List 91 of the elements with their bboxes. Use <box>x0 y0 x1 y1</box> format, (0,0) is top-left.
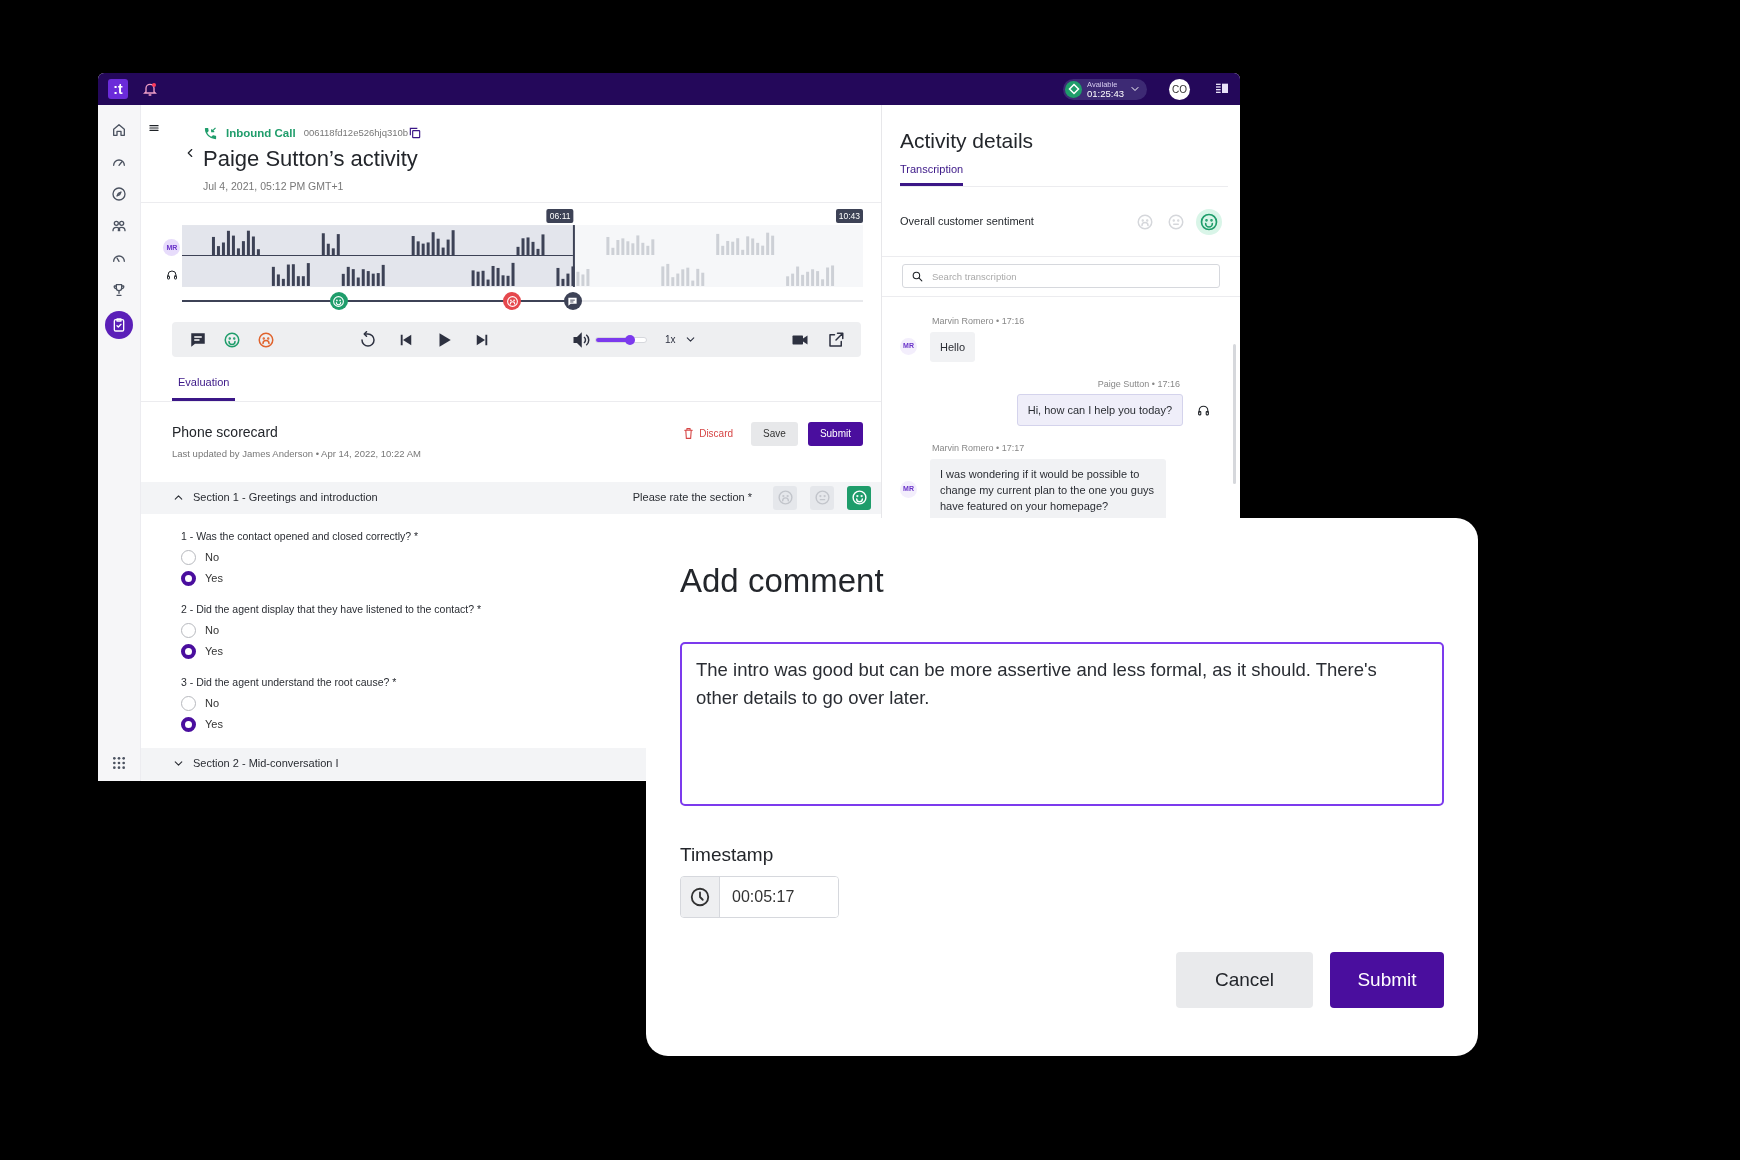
neutral-face-icon <box>813 489 831 506</box>
scorecard-meta: Last updated by James Anderson • Apr 14, 2022, 10:22 AM <box>172 446 421 461</box>
volume-icon[interactable] <box>572 330 590 349</box>
rating-option[interactable] <box>847 485 871 510</box>
submit-button[interactable]: Submit <box>807 421 863 446</box>
question-text: 3 - Did the agent understand the root cause? * <box>181 674 397 690</box>
speech-bubble-icon <box>567 295 579 307</box>
message-meta: Marvin Romero • 17:17 <box>932 442 1026 455</box>
question-text: 1 - Was the contact opened and closed correctly? * <box>181 528 419 544</box>
radio-button[interactable] <box>181 643 196 659</box>
incoming-call-icon <box>203 125 218 141</box>
status-timer: 01:25:43 <box>1087 89 1124 98</box>
smiley-face-icon[interactable] <box>223 330 241 349</box>
clipboard-icon <box>111 317 127 333</box>
section-title: Section 1 - Greetings and introduction <box>193 490 378 506</box>
user-avatar[interactable]: CO <box>1169 78 1190 100</box>
message-meta: Marvin Romero • 17:16 <box>932 315 1026 328</box>
apps-grid-icon[interactable] <box>111 755 127 771</box>
waveform-drawing[interactable] <box>181 225 863 287</box>
message-meta: Paige Sutton • 17:16 <box>1097 377 1180 391</box>
message-bubble: I was wondering if it would be possible to change my current plan to the one you guys have featured on your homepage? <box>930 458 1166 521</box>
discard-button[interactable]: Discard <box>670 421 746 446</box>
clock-icon <box>689 886 711 908</box>
radio-button[interactable] <box>181 570 196 586</box>
scorecard-title: Phone scorecard <box>172 422 279 442</box>
sad-face-icon[interactable] <box>257 330 275 349</box>
sad-face-icon <box>1136 212 1154 231</box>
external-link-icon[interactable] <box>827 330 845 349</box>
save-button[interactable]: Save <box>751 421 798 446</box>
call-type: Inbound Call <box>226 125 296 141</box>
tab[interactable]: Evaluation <box>172 373 236 401</box>
people-icon <box>111 218 127 234</box>
option-label: No <box>205 549 220 565</box>
search-input[interactable]: Search transcription <box>930 265 1219 287</box>
replay-icon[interactable] <box>359 330 377 349</box>
bell-icon[interactable] <box>142 81 158 97</box>
radio-button[interactable] <box>181 716 196 732</box>
comment-icon[interactable] <box>189 330 207 349</box>
dialog-title: Add comment <box>680 561 885 601</box>
option-label: Yes <box>205 716 223 732</box>
sidebar-item[interactable] <box>105 311 133 339</box>
timestamp-field[interactable]: 00:05:17 <box>680 876 839 918</box>
option-label: Yes <box>205 570 223 586</box>
radio-button[interactable] <box>181 622 196 638</box>
total-time: 10:43 <box>835 209 863 223</box>
search-icon <box>911 269 924 283</box>
smiley-face-icon <box>850 489 868 506</box>
playback-speed[interactable]: 1x <box>665 332 676 347</box>
headset-icon <box>1197 403 1210 417</box>
rating-label: Please rate the section * <box>632 490 752 506</box>
option-label: No <box>205 695 220 711</box>
sentiment-label: Overall customer sentiment <box>900 214 1034 230</box>
tab[interactable]: Transcription <box>900 160 964 186</box>
call-id: 006118fd12e526hjq310b <box>303 126 409 141</box>
cancel-button[interactable]: Cancel <box>1176 952 1313 1008</box>
frown-marker[interactable] <box>503 292 522 310</box>
slider-thumb[interactable] <box>625 334 635 345</box>
panel-title: Activity details <box>899 128 1035 154</box>
smiley-marker[interactable] <box>329 292 348 310</box>
compass-icon <box>111 186 127 202</box>
search-field[interactable]: Search transcription <box>902 264 1220 288</box>
radio-button[interactable] <box>181 695 196 711</box>
neutral-face-icon <box>1167 212 1185 231</box>
message-bubble: Hi, how can I help you today? <box>1016 394 1183 426</box>
option-label: Yes <box>205 643 223 659</box>
diamond-icon <box>1067 83 1080 95</box>
page-title: Paige Sutton’s activity <box>203 145 419 173</box>
trophy-icon <box>111 282 127 298</box>
volume-slider[interactable] <box>595 336 647 343</box>
headset-icon <box>166 268 178 281</box>
scrollbar[interactable] <box>1233 344 1236 484</box>
smiley-face-icon <box>1199 211 1219 232</box>
submit-button[interactable]: Submit <box>1330 952 1444 1008</box>
comment-marker[interactable] <box>563 292 582 310</box>
call-date: Jul 4, 2021, 05:12 PM GMT+1 <box>203 178 345 194</box>
option-label: No <box>205 622 220 638</box>
smiley-face-icon <box>332 294 346 308</box>
sad-face-icon <box>776 489 794 506</box>
section-title: Section 2 - Mid-conversation I <box>193 756 339 772</box>
sentiment-option[interactable] <box>1196 208 1222 235</box>
sad-face-icon <box>505 294 519 308</box>
logo: :t <box>108 79 128 99</box>
question-text: 2 - Did the agent display that they have listened to the contact? * <box>181 601 482 617</box>
comment-field[interactable]: The intro was good but can be more assertive and less formal, as it should. There's other details to go over later. <box>680 641 1444 806</box>
field-label: Timestamp <box>680 842 775 867</box>
copy-icon[interactable] <box>408 126 423 141</box>
message-bubble: Hello <box>930 331 976 362</box>
home-icon <box>111 122 127 138</box>
current-time: 06:11 <box>546 209 574 223</box>
trash-icon <box>682 427 696 440</box>
radio-button[interactable] <box>181 549 196 565</box>
